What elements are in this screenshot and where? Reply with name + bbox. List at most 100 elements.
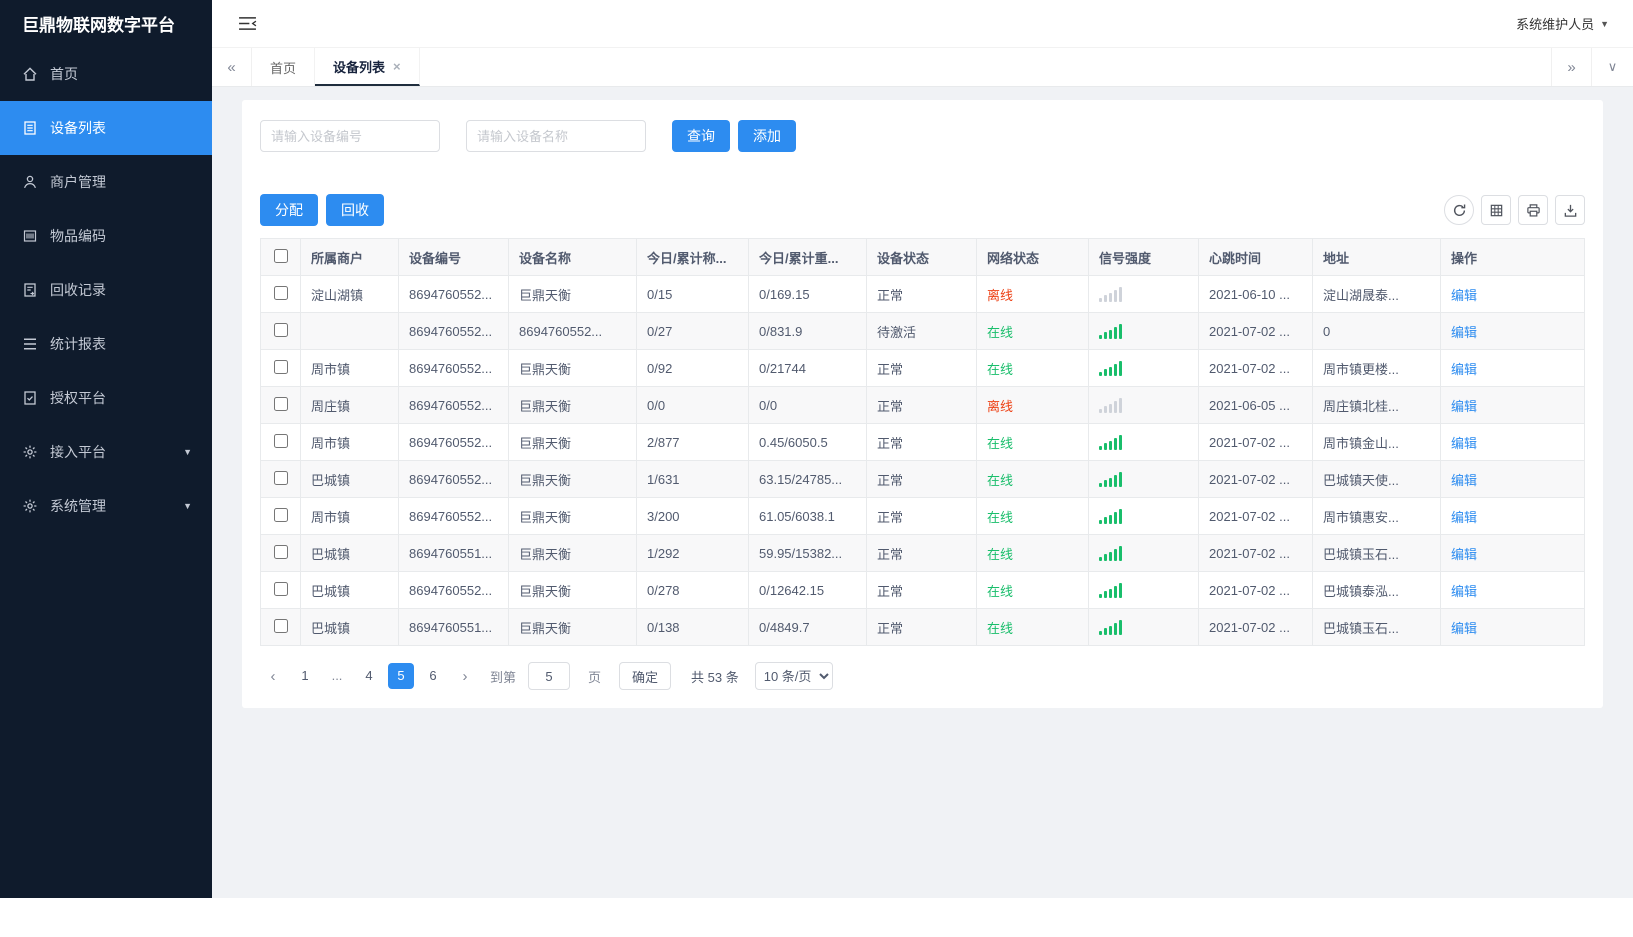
row-select-cell (260, 275, 301, 313)
query-button[interactable]: 查询 (672, 120, 730, 152)
tabs-menu-icon[interactable]: ∨ (1591, 48, 1633, 86)
edit-link[interactable]: 编辑 (1451, 399, 1477, 414)
export-icon[interactable] (1555, 195, 1585, 225)
network-status-badge: 在线 (987, 509, 1014, 525)
edit-link[interactable]: 编辑 (1451, 584, 1477, 599)
device-no-input[interactable] (260, 120, 440, 152)
chevron-down-icon: ▼ (1600, 18, 1609, 29)
row-checkbox[interactable] (273, 581, 288, 596)
table-row: 巴城镇 8694760552... 巨鼎天衡 0/278 0/12642.15 正常 在线 2… (260, 571, 1585, 609)
row-checkbox[interactable] (273, 396, 288, 411)
table-row: 周市镇 8694760552... 巨鼎天衡 2/877 0.45/6050.5 正常 在线… (260, 423, 1585, 461)
sidebar-item-merchant-management[interactable]: 商户管理 (0, 155, 212, 209)
sidebar-item-device-list[interactable]: 设备列表 (0, 101, 212, 155)
edit-link[interactable]: 编辑 (1451, 510, 1477, 525)
page-list: 1... 4 5 6 (292, 663, 446, 689)
sidebar-item-access-platform[interactable]: 接入平台 ▼ (0, 425, 212, 479)
edit-link[interactable]: 编辑 (1451, 436, 1477, 451)
edit-link[interactable]: 编辑 (1451, 325, 1477, 340)
cell-heartbeat: 2021-07-02 ... (1198, 312, 1313, 350)
tabs: 首页 设备列表 × (252, 48, 420, 86)
cell-actions: 编辑 (1440, 423, 1585, 461)
page-number-5[interactable]: 5 (388, 663, 414, 689)
cell-actions: 编辑 (1440, 460, 1585, 498)
device-list-card: 查询 添加 分配 回收 (242, 100, 1603, 708)
cell-heartbeat: 2021-07-02 ... (1198, 460, 1313, 498)
row-checkbox[interactable] (273, 470, 288, 485)
row-checkbox[interactable] (273, 359, 288, 374)
barcode-icon (22, 228, 38, 244)
cell-device-name: 巨鼎天衡 (508, 349, 637, 387)
cell-device-no: 8694760551... (398, 534, 509, 572)
record-icon (22, 282, 38, 298)
topbar: 系统维护人员 ▼ (212, 0, 1633, 47)
table-toolbar: 分配 回收 (260, 194, 1585, 226)
cell-merchant: 周市镇 (300, 349, 399, 387)
cell-today-count: 1/631 (636, 460, 749, 498)
page-number-6[interactable]: 6 (420, 663, 446, 689)
row-checkbox[interactable] (273, 618, 288, 633)
sidebar-item-item-code[interactable]: 物品编码 (0, 209, 212, 263)
sidebar-item-system-management[interactable]: 系统管理 ▼ (0, 479, 212, 533)
allocate-button[interactable]: 分配 (260, 194, 318, 226)
tabs-scroll-left-icon[interactable]: « (212, 48, 252, 86)
prev-page-icon[interactable]: ‹ (260, 662, 286, 690)
user-name: 系统维护人员 (1516, 17, 1595, 32)
row-select-cell (260, 312, 301, 350)
sidebar-item-recycle-records[interactable]: 回收记录 (0, 263, 212, 317)
cell-merchant: 巴城镇 (300, 571, 399, 609)
cell-signal (1088, 386, 1199, 424)
cell-today-count: 2/877 (636, 423, 749, 461)
row-checkbox[interactable] (273, 285, 288, 300)
device-table-head: 所属商户 设备编号 设备名称 今日/累计称... 今日/累计重... 设备状态 网络状态 信号… (260, 238, 1585, 276)
column-header: 今日/累计重... (748, 238, 867, 276)
select-all-checkbox[interactable] (273, 248, 288, 263)
column-header: 信号强度 (1088, 238, 1199, 276)
signal-strength-icon (1099, 582, 1188, 598)
home-icon (22, 66, 38, 82)
row-checkbox[interactable] (273, 322, 288, 337)
cell-network-status: 在线 (976, 608, 1089, 646)
close-icon[interactable]: × (393, 59, 401, 74)
cell-device-no: 8694760552... (398, 497, 509, 535)
row-checkbox[interactable] (273, 433, 288, 448)
column-header: 设备编号 (398, 238, 509, 276)
add-button[interactable]: 添加 (738, 120, 796, 152)
edit-link[interactable]: 编辑 (1451, 288, 1477, 303)
refresh-icon[interactable] (1444, 195, 1474, 225)
page-size-select[interactable]: 10 条/页 (754, 662, 833, 690)
cell-network-status: 在线 (976, 497, 1089, 535)
cell-signal (1088, 312, 1199, 350)
tab-home[interactable]: 首页 (252, 48, 316, 86)
menu-fold-icon[interactable] (234, 11, 260, 37)
edit-link[interactable]: 编辑 (1451, 621, 1477, 636)
cell-signal (1088, 571, 1199, 609)
cell-heartbeat: 2021-07-02 ... (1198, 534, 1313, 572)
tab-device-list[interactable]: 设备列表 × (315, 48, 420, 86)
user-menu[interactable]: 系统维护人员 ▼ (1516, 14, 1609, 33)
print-icon[interactable] (1518, 195, 1548, 225)
sidebar-item-statistics-report[interactable]: 统计报表 (0, 317, 212, 371)
edit-link[interactable]: 编辑 (1451, 362, 1477, 377)
sidebar-item-authorization-platform[interactable]: 授权平台 (0, 371, 212, 425)
page-number-1[interactable]: 1 (292, 663, 318, 689)
network-status-badge: 在线 (987, 583, 1014, 599)
goto-page-input[interactable] (528, 662, 571, 690)
sidebar-item-home[interactable]: 首页 (0, 47, 212, 101)
column-settings-icon[interactable] (1481, 195, 1511, 225)
device-name-input[interactable] (466, 120, 646, 152)
next-page-icon[interactable]: › (452, 662, 478, 690)
row-checkbox[interactable] (273, 544, 288, 559)
row-checkbox[interactable] (273, 507, 288, 522)
recycle-button[interactable]: 回收 (326, 194, 384, 226)
cell-today-weight: 0/21744 (748, 349, 867, 387)
sidebar-item-label: 回收记录 (50, 282, 106, 298)
signal-strength-icon (1099, 323, 1188, 339)
goto-confirm-button[interactable]: 确定 (619, 662, 672, 690)
tabs-scroll-right-icon[interactable]: » (1551, 48, 1591, 86)
edit-link[interactable]: 编辑 (1451, 547, 1477, 562)
edit-link[interactable]: 编辑 (1451, 473, 1477, 488)
toolbar-actions: 分配 回收 (260, 194, 392, 226)
page-number-4[interactable]: 4 (356, 663, 382, 689)
sidebar-item-label: 接入平台 (50, 444, 106, 460)
